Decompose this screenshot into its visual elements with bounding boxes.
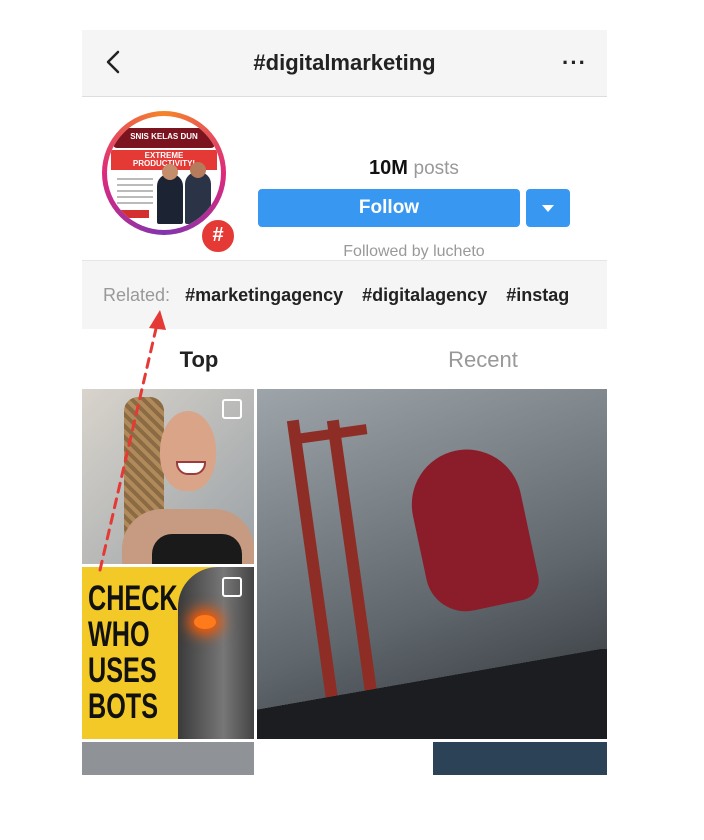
post-tile-person[interactable] [433, 742, 607, 775]
post-tile-woman-braids[interactable] [82, 389, 254, 564]
caret-down-icon [542, 205, 554, 212]
multiple-posts-icon [222, 399, 242, 419]
instagram-hashtag-screen: #digitalmarketing ··· SNIS KELAS DUN EXT… [82, 30, 607, 775]
page-title: #digitalmarketing [253, 50, 436, 75]
bots-text-line3: USES [88, 651, 157, 690]
hashtag-avatar-ring[interactable]: SNIS KELAS DUN EXTREME PRODUCTIVITY! # [102, 111, 237, 255]
tab-recent[interactable]: Recent [352, 347, 607, 373]
more-options-icon[interactable]: ··· [562, 50, 587, 76]
related-tag-digitalagency[interactable]: #digitalagency [362, 285, 487, 305]
posts-count: 10M posts [258, 157, 570, 180]
posts-count-value: 10M [369, 157, 408, 179]
avatar-person-left-head [162, 164, 178, 180]
avatar-person-left [157, 174, 183, 224]
hashtag-header: SNIS KELAS DUN EXTREME PRODUCTIVITY! # 1… [82, 97, 607, 260]
bots-text-line1: CHECK [88, 579, 178, 618]
photo-car-window [257, 649, 607, 739]
post-tile-birds[interactable] [82, 742, 254, 775]
top-nav-bar: #digitalmarketing ··· [82, 30, 607, 97]
avatar-banner: SNIS KELAS DUN [113, 128, 215, 148]
avatar-person-right [185, 172, 211, 224]
avatar-person-right-head [190, 162, 206, 178]
bots-text-line4: BOTS [88, 687, 159, 726]
multiple-posts-icon [222, 577, 242, 597]
photo-robot-eye [194, 615, 216, 629]
avatar-banner-text: SNIS KELAS DUN [130, 132, 198, 141]
hashtag-badge-icon: # [199, 217, 237, 255]
avatar-register-button-graphic [117, 210, 149, 218]
hashtag-avatar: SNIS KELAS DUN EXTREME PRODUCTIVITY! [107, 116, 221, 230]
related-tag-marketingagency[interactable]: #marketingagency [185, 285, 343, 305]
related-tag-instag[interactable]: #instag [506, 285, 569, 305]
photo-robot-face [178, 567, 254, 739]
posts-grid: CHECK WHO USES BOTS [82, 389, 607, 775]
follow-options-button[interactable] [526, 189, 570, 227]
photo-top [152, 534, 242, 564]
bots-text-line2: WHO [88, 615, 150, 654]
related-label: Related: [103, 285, 171, 305]
followed-by-text: Followed by lucheto [343, 243, 485, 260]
avatar-text-lines [117, 178, 153, 208]
post-tile-bridge-video[interactable] [257, 389, 607, 739]
follow-button[interactable]: Follow [258, 189, 520, 227]
post-tile-check-who-uses-bots[interactable]: CHECK WHO USES BOTS [82, 567, 254, 739]
tab-top[interactable]: Top [82, 347, 330, 373]
photo-red-cloak [401, 439, 543, 619]
photo-face [160, 411, 216, 491]
posts-count-label: posts [413, 158, 459, 179]
related-hashtags-bar: Related: #marketingagency #digitalagency… [82, 260, 607, 330]
post-tabs: Top Recent [82, 329, 607, 389]
